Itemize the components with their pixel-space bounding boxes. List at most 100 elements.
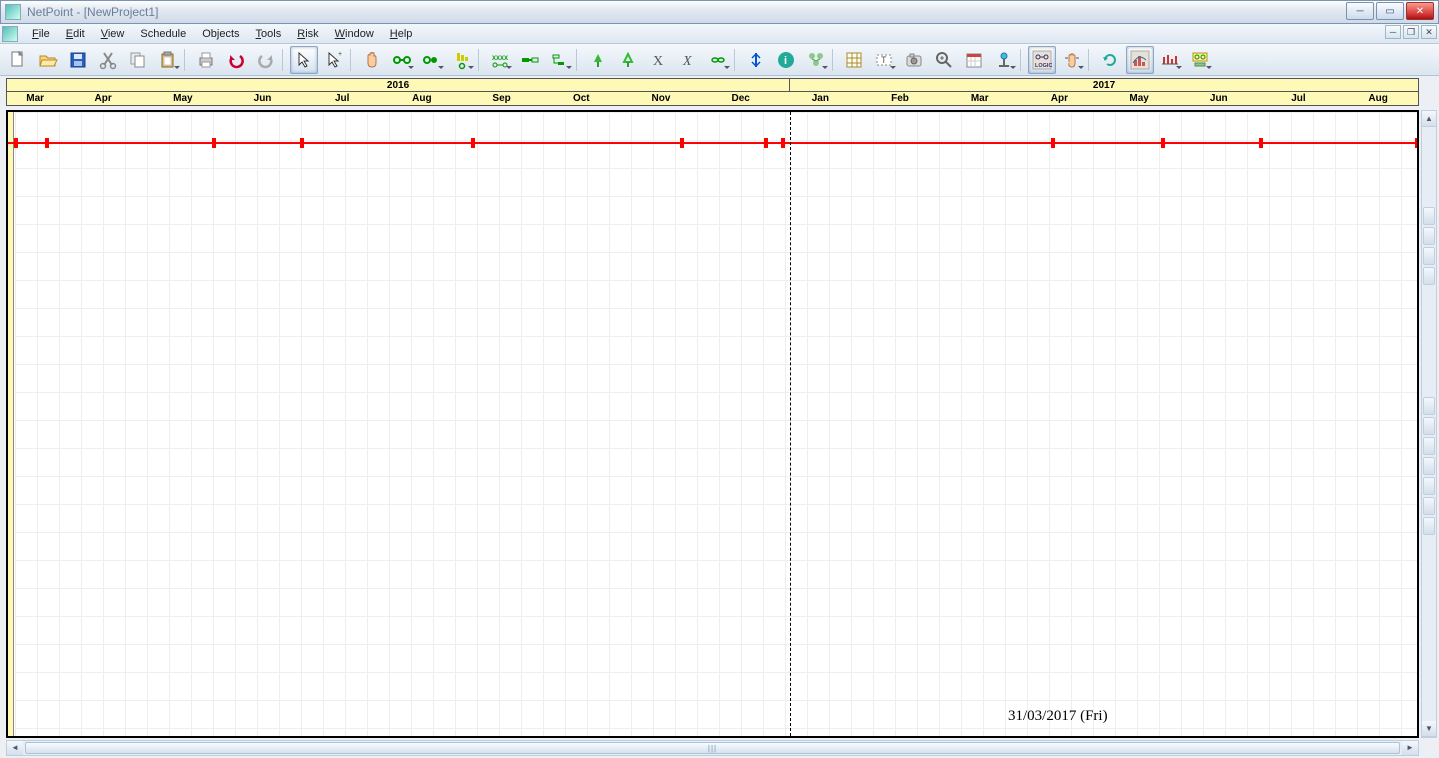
logic-button[interactable]: LOGIC bbox=[1028, 46, 1056, 74]
gesture-button[interactable] bbox=[1058, 46, 1086, 74]
zoom-button[interactable] bbox=[930, 46, 958, 74]
start-constraint-tool[interactable] bbox=[584, 46, 612, 74]
minimize-button[interactable]: ─ bbox=[1346, 2, 1374, 20]
horizontal-scrollbar[interactable]: ◄ ||| ► bbox=[6, 740, 1419, 756]
timeline-tick bbox=[14, 138, 18, 148]
copy-button[interactable] bbox=[124, 46, 152, 74]
resources-button[interactable] bbox=[1186, 46, 1214, 74]
note-tool[interactable]: X bbox=[644, 46, 672, 74]
menubar: File Edit View Schedule Objects Tools Ri… bbox=[0, 24, 1439, 44]
maximize-button[interactable]: ▭ bbox=[1376, 2, 1404, 20]
scroll-right-button[interactable]: ► bbox=[1402, 741, 1418, 755]
mdi-icon bbox=[2, 26, 18, 42]
open-button[interactable] bbox=[34, 46, 62, 74]
hammock-tool[interactable]: XXXX bbox=[486, 46, 514, 74]
year-cell: 2017 bbox=[790, 79, 1418, 91]
month-cell: Oct bbox=[541, 92, 621, 105]
scroll-left-button[interactable]: ◄ bbox=[7, 741, 23, 755]
paste-button[interactable] bbox=[154, 46, 182, 74]
menu-view[interactable]: View bbox=[93, 26, 133, 42]
month-cell: Jun bbox=[223, 92, 303, 105]
month-cell: May bbox=[1099, 92, 1179, 105]
target-button[interactable] bbox=[990, 46, 1018, 74]
scroll-marker[interactable] bbox=[1423, 437, 1435, 455]
scroll-marker[interactable] bbox=[1423, 267, 1435, 285]
menu-objects[interactable]: Objects bbox=[194, 26, 247, 42]
new-button[interactable] bbox=[4, 46, 32, 74]
grid-button[interactable] bbox=[840, 46, 868, 74]
mdi-minimize-button[interactable]: ─ bbox=[1385, 25, 1401, 39]
gantt-canvas[interactable]: 31/03/2017 (Fri) bbox=[6, 110, 1419, 738]
month-cell: Apr bbox=[1020, 92, 1100, 105]
print-button[interactable] bbox=[192, 46, 220, 74]
menu-window[interactable]: Window bbox=[327, 26, 382, 42]
scroll-marker[interactable] bbox=[1423, 397, 1435, 415]
save-button[interactable] bbox=[64, 46, 92, 74]
menu-file[interactable]: File bbox=[24, 26, 58, 42]
text-box-button[interactable]: T bbox=[870, 46, 898, 74]
cursor-date-label: 31/03/2017 (Fri) bbox=[1008, 708, 1108, 725]
tracking-button[interactable] bbox=[1156, 46, 1184, 74]
ss-link-tool[interactable] bbox=[546, 46, 574, 74]
year-divider-line bbox=[790, 112, 791, 736]
activity-tool[interactable] bbox=[388, 46, 416, 74]
menu-tools[interactable]: Tools bbox=[248, 26, 290, 42]
scroll-marker[interactable] bbox=[1423, 477, 1435, 495]
hscroll-thumb[interactable]: ||| bbox=[25, 742, 1400, 754]
canvas-grid bbox=[15, 112, 1417, 736]
timeline-tick bbox=[680, 138, 684, 148]
svg-text:X: X bbox=[682, 54, 692, 69]
scroll-marker[interactable] bbox=[1423, 417, 1435, 435]
milestone-tool[interactable] bbox=[418, 46, 446, 74]
timeline-tick bbox=[781, 138, 785, 148]
scroll-up-button[interactable]: ▲ bbox=[1422, 111, 1436, 127]
refresh-button[interactable] bbox=[1096, 46, 1124, 74]
scroll-marker[interactable] bbox=[1423, 247, 1435, 265]
link-chain-tool[interactable] bbox=[704, 46, 732, 74]
month-cell: Feb bbox=[860, 92, 940, 105]
month-cell: Mar bbox=[940, 92, 1020, 105]
redo-button[interactable] bbox=[252, 46, 280, 74]
month-cell: Mar bbox=[7, 92, 63, 105]
select-tool[interactable] bbox=[290, 46, 318, 74]
group-button[interactable] bbox=[802, 46, 830, 74]
menu-help[interactable]: Help bbox=[382, 26, 421, 42]
scroll-marker[interactable] bbox=[1423, 457, 1435, 475]
pan-tool[interactable] bbox=[358, 46, 386, 74]
histogram-button[interactable] bbox=[1126, 46, 1154, 74]
mdi-close-button[interactable]: ✕ bbox=[1421, 25, 1437, 39]
scroll-marker[interactable] bbox=[1423, 207, 1435, 225]
text-tool[interactable]: X bbox=[674, 46, 702, 74]
undo-button[interactable] bbox=[222, 46, 250, 74]
month-row: MarAprMayJunJulAugSepOctNovDecJanFebMarA… bbox=[6, 92, 1419, 106]
svg-text:LOGIC: LOGIC bbox=[1035, 63, 1052, 69]
scroll-marker[interactable] bbox=[1423, 517, 1435, 535]
camera-button[interactable] bbox=[900, 46, 928, 74]
close-button[interactable]: ✕ bbox=[1406, 2, 1434, 20]
menu-edit[interactable]: Edit bbox=[58, 26, 93, 42]
vertical-scrollbar[interactable]: ▲ ▼ bbox=[1421, 110, 1437, 738]
month-cell: Dec bbox=[701, 92, 781, 105]
mdi-restore-button[interactable]: ❐ bbox=[1403, 25, 1419, 39]
fs-link-tool[interactable] bbox=[516, 46, 544, 74]
year-row: 20162017 bbox=[6, 78, 1419, 92]
scroll-marker[interactable] bbox=[1423, 497, 1435, 515]
menu-schedule[interactable]: Schedule bbox=[132, 26, 194, 42]
window-title: NetPoint - [NewProject1] bbox=[27, 5, 158, 19]
month-cell: Jul bbox=[302, 92, 382, 105]
month-cell: Sep bbox=[462, 92, 542, 105]
benchmark-tool[interactable] bbox=[448, 46, 476, 74]
svg-text:XXXX: XXXX bbox=[492, 56, 508, 62]
info-button[interactable]: i bbox=[772, 46, 800, 74]
data-date-tool[interactable] bbox=[742, 46, 770, 74]
month-cell: Jan bbox=[781, 92, 861, 105]
select-plus-tool[interactable]: + bbox=[320, 46, 348, 74]
finish-constraint-tool[interactable] bbox=[614, 46, 642, 74]
cut-button[interactable] bbox=[94, 46, 122, 74]
titlebar: NetPoint - [NewProject1] ─ ▭ ✕ bbox=[0, 0, 1439, 24]
menu-risk[interactable]: Risk bbox=[289, 26, 326, 42]
workspace: 20162017 MarAprMayJunJulAugSepOctNovDecJ… bbox=[0, 76, 1439, 758]
scroll-marker[interactable] bbox=[1423, 227, 1435, 245]
scroll-down-button[interactable]: ▼ bbox=[1422, 721, 1436, 737]
calendar-button[interactable] bbox=[960, 46, 988, 74]
